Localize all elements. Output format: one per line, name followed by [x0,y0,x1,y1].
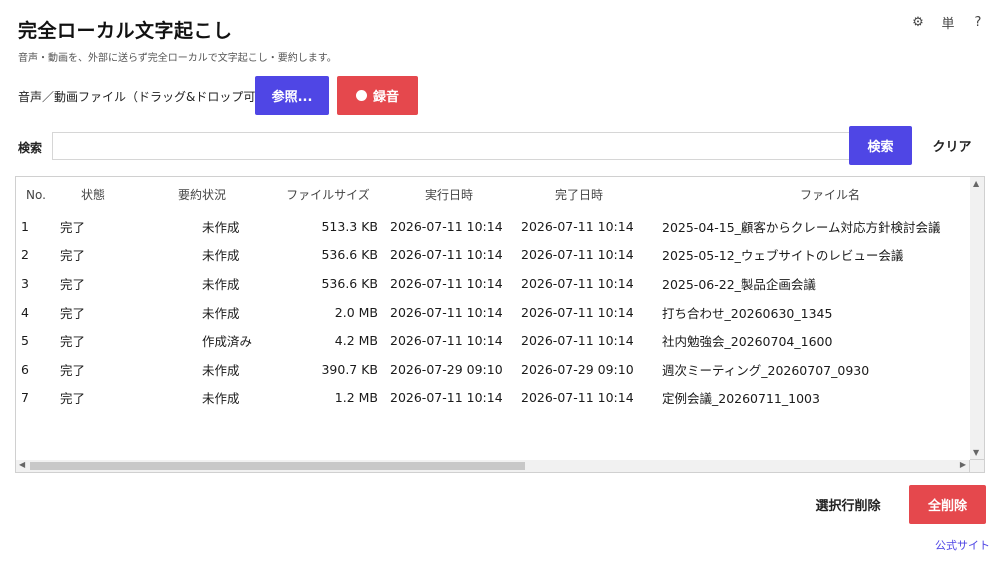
cell-end: 2026-07-11 10:14 [521,247,634,263]
cell-start: 2026-07-11 10:14 [390,247,503,263]
cell-no: 2 [21,247,29,263]
delete-all-button[interactable]: 全削除 [909,485,986,524]
horizontal-scroll-thumb[interactable] [30,462,525,470]
cell-filename: 定例会議_20260711_1003 [662,391,820,407]
cell-no: 5 [21,333,29,349]
delete-selected-button[interactable]: 選択行削除 [797,485,899,524]
cell-end: 2026-07-29 09:10 [521,361,634,377]
cell-filename: 打ち合わせ_20260630_1345 [662,305,833,321]
cell-no: 1 [21,218,29,234]
clear-button[interactable]: クリア [920,126,984,165]
cell-filesize: 1.2 MB [334,390,378,406]
cell-end: 2026-07-11 10:14 [521,304,634,320]
header-filename[interactable]: ファイル名 [644,177,971,212]
record-button[interactable]: 録音 [337,76,418,115]
scroll-right-icon[interactable]: ▶ [960,460,966,469]
header-status[interactable]: 状態 [54,177,132,212]
search-label: 検索 [18,141,43,155]
cell-filesize: 390.7 KB [321,361,378,377]
file-label: 音声／動画ファイル（ドラッグ&ドロップ可）： [18,90,274,104]
record-icon [355,90,367,101]
cell-no: 7 [21,390,29,406]
cell-end: 2026-07-11 10:14 [521,218,634,234]
table-row[interactable]: 1 完了 未作成 513.3 KB 2026-07-11 10:14 2026-… [16,212,971,241]
cell-start: 2026-07-11 10:14 [390,304,503,320]
cell-no: 6 [21,361,29,377]
vertical-scrollbar[interactable]: ▲ ▼ [970,176,985,460]
table-row[interactable]: 7 完了 未作成 1.2 MB 2026-07-11 10:14 2026-07… [16,384,971,413]
scroll-down-icon[interactable]: ▼ [973,448,979,457]
cell-filename: 社内勉強会_20260704_1600 [662,334,833,350]
scroll-corner [970,460,985,473]
header-summary[interactable]: 要約状況 [132,177,272,212]
cell-filename: 2025-05-12_ウェブサイトのレビュー会議 [662,248,904,264]
top-toolbar: ⚙ 単 ? [910,13,986,32]
cell-status: 完了 [60,248,86,264]
cell-summary: 未作成 [202,219,240,235]
cell-no: 4 [21,304,29,320]
scroll-left-icon[interactable]: ◀ [19,460,25,469]
file-table: No. 状態 要約状況 ファイルサイズ 実行日時 完了日時 ファイル名 1 完了… [15,176,972,462]
cell-filename: 2025-04-15_顧客からクレーム対応方針検討会議 [662,219,941,235]
horizontal-scrollbar[interactable]: ◀ ▶ [15,460,970,473]
cell-filesize: 536.6 KB [321,247,378,263]
cell-start: 2026-07-11 10:14 [390,390,503,406]
cell-start: 2026-07-11 10:14 [390,275,503,291]
cell-status: 完了 [60,362,86,378]
gear-icon[interactable]: ⚙ [910,15,926,30]
cell-start: 2026-07-11 10:14 [390,333,503,349]
table-row[interactable]: 4 完了 未作成 2.0 MB 2026-07-11 10:14 2026-07… [16,298,971,327]
cell-summary: 未作成 [202,248,240,264]
cell-end: 2026-07-11 10:14 [521,333,634,349]
cell-status: 完了 [60,305,86,321]
header-end[interactable]: 完了日時 [514,177,644,212]
table-row[interactable]: 2 完了 未作成 536.6 KB 2026-07-11 10:14 2026-… [16,241,971,270]
cell-filename: 週次ミーティング_20260707_0930 [662,362,870,378]
table-header-row: No. 状態 要約状況 ファイルサイズ 実行日時 完了日時 ファイル名 [16,177,971,212]
cell-filesize: 2.0 MB [334,304,378,320]
cell-filesize: 513.3 KB [321,218,378,234]
header-no[interactable]: No. [16,177,54,212]
cell-filename: 2025-06-22_製品企画会議 [662,276,816,292]
cell-start: 2026-07-29 09:10 [390,361,503,377]
cell-status: 完了 [60,276,86,292]
cell-status: 完了 [60,219,86,235]
header-start[interactable]: 実行日時 [384,177,514,212]
cell-status: 完了 [60,391,86,407]
cell-status: 完了 [60,334,86,350]
cell-summary: 作成済み [202,334,253,350]
app-title: 完全ローカル文字起こし [18,20,233,42]
record-label: 録音 [372,90,399,105]
official-site-link[interactable]: 公式サイト [935,537,990,553]
header-filesize[interactable]: ファイルサイズ [272,177,384,212]
cell-summary: 未作成 [202,276,240,292]
app-subtitle: 音声・動画を、外部に送らず完全ローカルで文字起こし・要約します。 [18,53,337,64]
cell-filesize: 536.6 KB [321,275,378,291]
table-row[interactable]: 6 完了 未作成 390.7 KB 2026-07-29 09:10 2026-… [16,355,971,384]
cell-no: 3 [21,275,29,291]
word-icon[interactable]: 単 [940,13,956,32]
cell-end: 2026-07-11 10:14 [521,275,634,291]
cell-filesize: 4.2 MB [334,333,378,349]
search-button[interactable]: 検索 [849,126,912,165]
table-row[interactable]: 3 完了 未作成 536.6 KB 2026-07-11 10:14 2026-… [16,269,971,298]
cell-summary: 未作成 [202,362,240,378]
cell-start: 2026-07-11 10:14 [390,218,503,234]
table-row[interactable]: 5 完了 作成済み 4.2 MB 2026-07-11 10:14 2026-0… [16,326,971,355]
search-input[interactable] [52,132,852,160]
cell-end: 2026-07-11 10:14 [521,390,634,406]
browse-button[interactable]: 参照... [255,76,329,115]
help-icon[interactable]: ? [970,15,986,30]
scroll-up-icon[interactable]: ▲ [973,179,979,188]
cell-summary: 未作成 [202,391,240,407]
cell-summary: 未作成 [202,305,240,321]
